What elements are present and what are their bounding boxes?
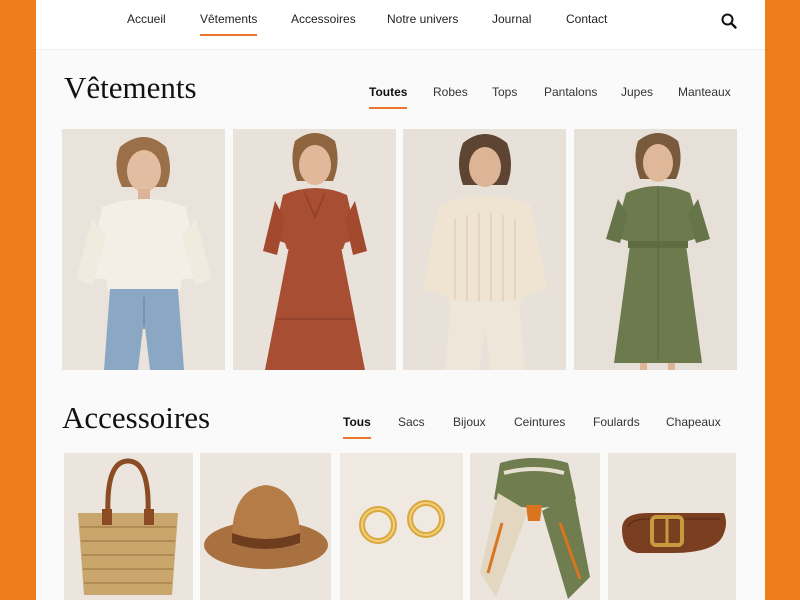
- tab-toutes[interactable]: Toutes: [369, 85, 408, 109]
- page: Accueil Vêtements Accessoires Notre univ…: [36, 0, 765, 600]
- nav-item-contact[interactable]: Contact: [566, 12, 607, 26]
- tab-bijoux[interactable]: Bijoux: [453, 415, 486, 429]
- product-image: [608, 453, 736, 600]
- tab-foulards[interactable]: Foulards: [593, 415, 640, 429]
- product-image: [574, 129, 737, 370]
- product-image: [200, 453, 331, 600]
- nav-item-vetements[interactable]: Vêtements: [200, 12, 258, 36]
- product-card-leather-belt[interactable]: [608, 453, 736, 600]
- top-navigation: Accueil Vêtements Accessoires Notre univ…: [36, 0, 765, 50]
- tab-robes[interactable]: Robes: [433, 85, 468, 99]
- product-image: [62, 129, 225, 370]
- nav-item-accessoires[interactable]: Accessoires: [291, 12, 356, 26]
- tab-manteaux[interactable]: Manteaux: [678, 85, 731, 99]
- accessories-section-title: Accessoires: [62, 400, 211, 435]
- tab-jupes[interactable]: Jupes: [621, 85, 653, 99]
- product-image: [64, 453, 193, 600]
- tab-tous[interactable]: Tous: [343, 415, 371, 439]
- tab-pantalons[interactable]: Pantalons: [544, 85, 597, 99]
- nav-item-accueil[interactable]: Accueil: [127, 12, 166, 26]
- product-image: [470, 453, 600, 600]
- search-icon[interactable]: [720, 12, 738, 30]
- product-card-gold-earrings[interactable]: [340, 453, 463, 600]
- product-card-cream-blouse[interactable]: [62, 129, 225, 370]
- tab-tops[interactable]: Tops: [492, 85, 517, 99]
- product-card-silk-scarf[interactable]: [470, 453, 600, 600]
- product-card-rust-dress[interactable]: [233, 129, 396, 370]
- product-card-brown-hat[interactable]: [200, 453, 331, 600]
- product-image: [403, 129, 566, 370]
- product-image: [233, 129, 396, 370]
- product-card-olive-dress[interactable]: [574, 129, 737, 370]
- clothing-section-title: Vêtements: [64, 70, 197, 105]
- product-image: [340, 453, 463, 600]
- nav-item-journal[interactable]: Journal: [492, 12, 531, 26]
- tab-sacs[interactable]: Sacs: [398, 415, 425, 429]
- nav-item-notre-univers[interactable]: Notre univers: [387, 12, 458, 26]
- tab-chapeaux[interactable]: Chapeaux: [666, 415, 721, 429]
- tab-ceintures[interactable]: Ceintures: [514, 415, 565, 429]
- product-card-cream-sweater[interactable]: [403, 129, 566, 370]
- product-card-straw-tote[interactable]: [64, 453, 193, 600]
